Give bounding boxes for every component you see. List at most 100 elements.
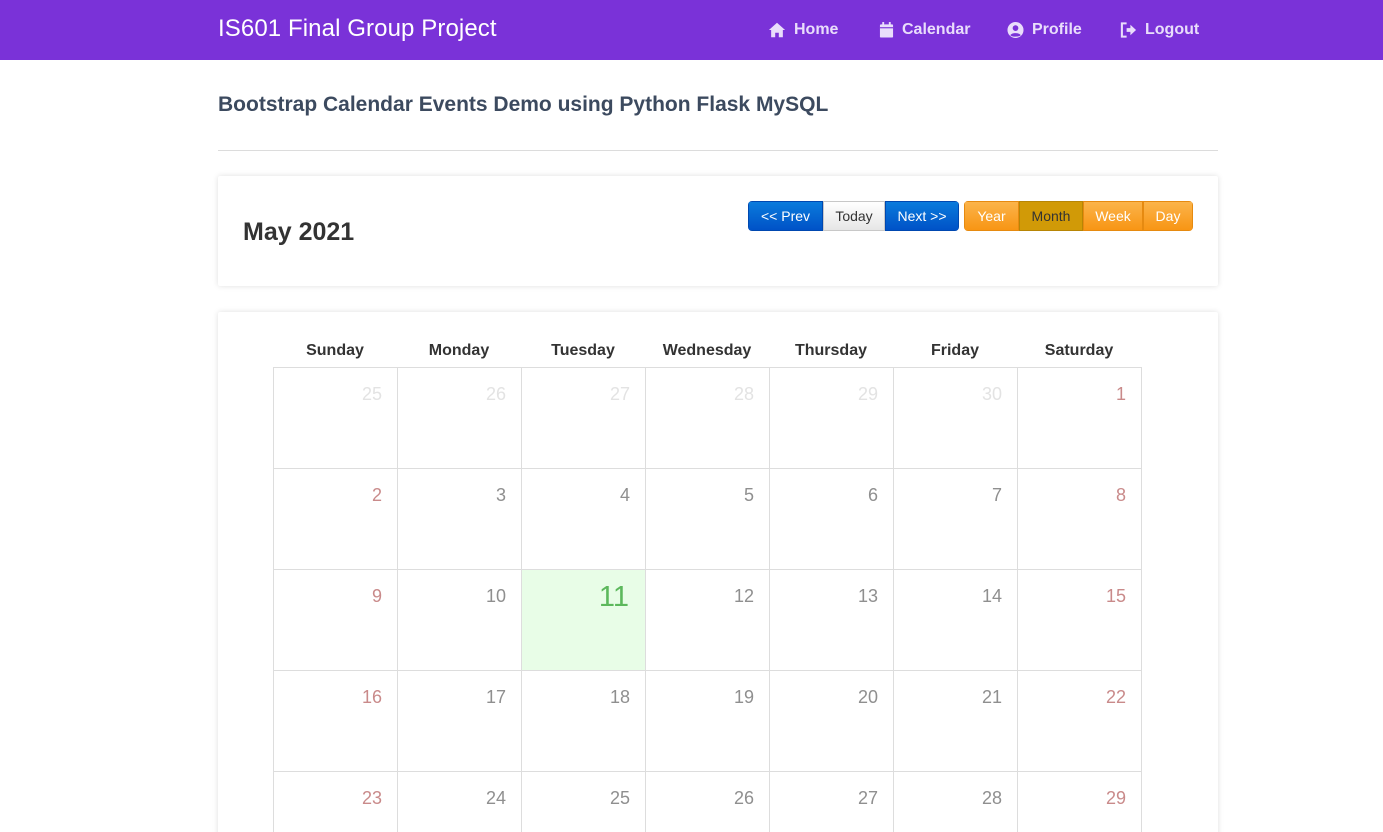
day-cell[interactable]: 29: [769, 367, 893, 468]
day-number[interactable]: 23: [362, 788, 382, 809]
day-number[interactable]: 12: [734, 586, 754, 607]
day-number[interactable]: 26: [486, 384, 506, 405]
prev-button[interactable]: << Prev: [748, 201, 823, 231]
day-cell[interactable]: 8: [1017, 468, 1142, 569]
day-number[interactable]: 7: [992, 485, 1002, 506]
day-number[interactable]: 17: [486, 687, 506, 708]
day-number[interactable]: 8: [1116, 485, 1126, 506]
day-cell[interactable]: 12: [645, 569, 769, 670]
day-number[interactable]: 18: [610, 687, 630, 708]
day-cell[interactable]: 26: [645, 771, 769, 832]
weekday-label: Thursday: [794, 342, 867, 359]
weekday-header: Sunday Monday Tuesday Wednesday Thursday…: [273, 342, 1143, 368]
day-cell[interactable]: 4: [521, 468, 645, 569]
day-number[interactable]: 20: [858, 687, 878, 708]
logout-icon: [1120, 21, 1137, 39]
day-number[interactable]: 27: [858, 788, 878, 809]
day-cell[interactable]: 1: [1017, 367, 1142, 468]
page-title: Bootstrap Calendar Events Demo using Pyt…: [218, 93, 829, 116]
day-number[interactable]: 16: [362, 687, 382, 708]
day-cell[interactable]: 6: [769, 468, 893, 569]
day-number[interactable]: 14: [982, 586, 1002, 607]
day-cell[interactable]: 18: [521, 670, 645, 771]
day-cell[interactable]: 27: [769, 771, 893, 832]
day-number[interactable]: 25: [362, 384, 382, 405]
day-cell[interactable]: 30: [893, 367, 1017, 468]
weekday-label: Saturday: [1044, 342, 1114, 359]
weekday-label: Wednesday: [662, 342, 752, 359]
day-number[interactable]: 15: [1106, 586, 1126, 607]
day-cell[interactable]: 25: [521, 771, 645, 832]
day-number[interactable]: 5: [744, 485, 754, 506]
day-number[interactable]: 1: [1116, 384, 1126, 405]
day-cell[interactable]: 3: [397, 468, 521, 569]
day-cell[interactable]: 13: [769, 569, 893, 670]
today-day-number[interactable]: 11: [599, 581, 629, 614]
weekday-label: Sunday: [306, 342, 364, 359]
nav-home-label: Home: [794, 21, 839, 38]
month-view-button[interactable]: Month: [1019, 201, 1083, 231]
day-number[interactable]: 28: [734, 384, 754, 405]
day-number[interactable]: 2: [372, 485, 382, 506]
day-number[interactable]: 26: [734, 788, 754, 809]
home-icon: [768, 21, 786, 39]
week-row: 2 3 4 5 6 7 8: [273, 468, 1143, 569]
year-view-button[interactable]: Year: [964, 201, 1019, 231]
day-number[interactable]: 25: [610, 788, 630, 809]
day-cell[interactable]: 24: [397, 771, 521, 832]
nav-home[interactable]: Home: [768, 0, 838, 60]
today-button[interactable]: Today: [823, 201, 885, 231]
next-button[interactable]: Next >>: [885, 201, 959, 231]
nav-logout-label: Logout: [1145, 21, 1200, 38]
day-cell[interactable]: 19: [645, 670, 769, 771]
day-cell[interactable]: 5: [645, 468, 769, 569]
day-number[interactable]: 30: [982, 384, 1002, 405]
day-number[interactable]: 29: [1106, 788, 1126, 809]
day-cell[interactable]: 2: [273, 468, 397, 569]
day-cell[interactable]: 14: [893, 569, 1017, 670]
weekday-label: Friday: [930, 342, 979, 359]
day-cell[interactable]: 20: [769, 670, 893, 771]
nav-logout[interactable]: Logout: [1120, 0, 1199, 60]
day-cell[interactable]: 22: [1017, 670, 1142, 771]
calendar-icon: [879, 21, 894, 39]
day-number[interactable]: 27: [610, 384, 630, 405]
day-number[interactable]: 24: [486, 788, 506, 809]
nav-calendar[interactable]: Calendar: [879, 0, 970, 60]
day-number[interactable]: 4: [620, 485, 630, 506]
day-cell[interactable]: 27: [521, 367, 645, 468]
day-cell[interactable]: 23: [273, 771, 397, 832]
day-number[interactable]: 13: [858, 586, 878, 607]
nav-profile[interactable]: Profile: [1007, 0, 1082, 60]
day-cell[interactable]: 25: [273, 367, 397, 468]
day-cell[interactable]: 16: [273, 670, 397, 771]
top-navbar: IS601 Final Group Project Home Calendar …: [0, 0, 1383, 60]
day-cell[interactable]: 28: [893, 771, 1017, 832]
day-number[interactable]: 10: [486, 586, 506, 607]
nav-profile-label: Profile: [1032, 21, 1082, 38]
day-cell[interactable]: 26: [397, 367, 521, 468]
day-cell[interactable]: 28: [645, 367, 769, 468]
day-number[interactable]: 21: [982, 687, 1002, 708]
day-cell[interactable]: 29: [1017, 771, 1142, 832]
day-number[interactable]: 6: [868, 485, 878, 506]
day-view-button[interactable]: Day: [1143, 201, 1193, 231]
day-cell[interactable]: 21: [893, 670, 1017, 771]
brand-link[interactable]: IS601 Final Group Project: [218, 15, 497, 43]
day-cell[interactable]: 7: [893, 468, 1017, 569]
day-number[interactable]: 9: [372, 586, 382, 607]
day-number[interactable]: 3: [496, 485, 506, 506]
month-grid: 25 26 27 28 29 30 1 2 3 4 5 6 7 8 9 10 1…: [273, 367, 1143, 832]
today-cell[interactable]: 11: [521, 569, 645, 670]
day-number[interactable]: 28: [982, 788, 1002, 809]
day-number[interactable]: 19: [734, 687, 754, 708]
week-view-button[interactable]: Week: [1083, 201, 1143, 231]
day-cell[interactable]: 9: [273, 569, 397, 670]
day-number[interactable]: 22: [1106, 687, 1126, 708]
weekday-label: Tuesday: [551, 342, 615, 359]
day-number[interactable]: 29: [858, 384, 878, 405]
day-cell[interactable]: 17: [397, 670, 521, 771]
day-cell[interactable]: 15: [1017, 569, 1142, 670]
calendar-controls-card: May 2021 << Prev Today Next >> Year Mont…: [218, 176, 1218, 286]
day-cell[interactable]: 10: [397, 569, 521, 670]
